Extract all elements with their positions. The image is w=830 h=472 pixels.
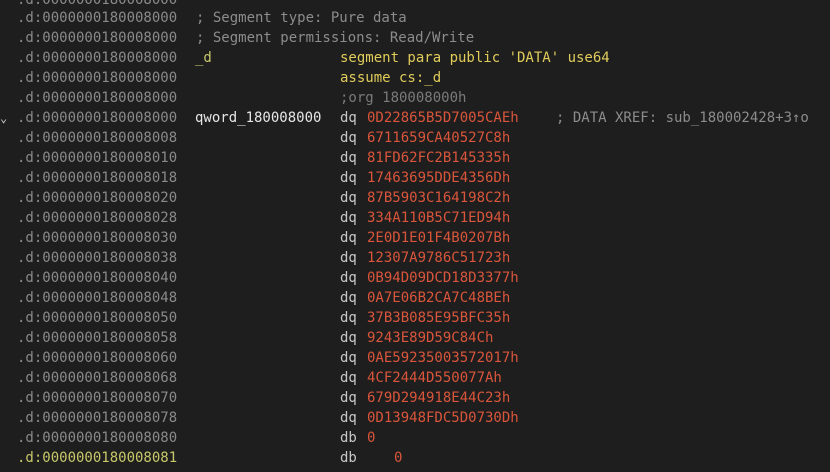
mnemonic: dq <box>340 150 357 166</box>
segment-directive: segment para public 'DATA' use64 <box>340 50 610 66</box>
mnemonic: dq <box>340 290 357 306</box>
operand[interactable]: 0D22865B5D7005CAEh <box>367 108 519 128</box>
listing-line[interactable]: .d:0000000180008080 db 0 <box>0 428 830 448</box>
mnemonic: dq <box>340 390 357 406</box>
disassembly-view[interactable]: .d:0000000180008000 .d:0000000180008000 … <box>0 0 830 472</box>
address[interactable]: .d:0000000180008040 <box>17 268 177 288</box>
collapse-arrow-icon[interactable]: ⌄ <box>0 108 14 128</box>
operand[interactable]: 4CF2444D550077Ah <box>367 368 502 388</box>
mnemonic: dq <box>340 230 357 246</box>
operand[interactable]: 87B5903C164198C2h <box>367 188 510 208</box>
listing-line[interactable]: .d:0000000180008078 dq 0D13948FDC5D0730D… <box>0 408 830 428</box>
address[interactable]: .d:0000000180008018 <box>17 168 177 188</box>
operand[interactable]: 679D294918E44C23h <box>367 388 510 408</box>
mnemonic: dq <box>340 210 357 226</box>
operand[interactable]: 0B94D09DCD18D3377h <box>367 268 519 288</box>
address[interactable]: .d:0000000180008080 <box>17 428 177 448</box>
mnemonic: dq <box>340 370 357 386</box>
listing-line[interactable]: .d:0000000180008070 dq 679D294918E44C23h <box>0 388 830 408</box>
address[interactable]: .d:0000000180008000 <box>17 88 177 108</box>
mnemonic: db <box>340 430 357 446</box>
mnemonic: dq <box>340 310 357 326</box>
address[interactable]: .d:0000000180008000 <box>17 8 177 28</box>
comment: ; Segment permissions: Read/Write <box>196 30 475 46</box>
operand[interactable]: 0 <box>394 448 402 468</box>
address[interactable]: .d:0000000180008078 <box>17 408 177 428</box>
operand[interactable]: 9243E89D59C84Ch <box>367 328 493 348</box>
listing-line[interactable]: .d:0000000180008000 _d segment para publ… <box>0 48 830 68</box>
address[interactable]: .d:0000000180008000 <box>17 108 177 128</box>
mnemonic: dq <box>340 130 357 146</box>
listing-line[interactable]: ⌄ .d:0000000180008000 qword_180008000 dq… <box>0 108 830 128</box>
listing-line[interactable]: .d:0000000180008000 assume cs:_d <box>0 68 830 88</box>
listing-line[interactable]: .d:0000000180008030 dq 2E0D1E01F4B0207Bh <box>0 228 830 248</box>
mnemonic: dq <box>340 170 357 186</box>
listing-line-current[interactable]: .d:0000000180008081 db 0 <box>0 448 830 468</box>
operand[interactable]: 0D13948FDC5D0730Dh <box>367 408 519 428</box>
org-comment: ;org 180008000h <box>340 90 467 106</box>
operand[interactable]: 0A7E06B2CA7C48BEh <box>367 288 510 308</box>
address[interactable]: .d:0000000180008000 <box>17 48 177 68</box>
listing-line[interactable]: .d:0000000180008000 ; Segment type: Pure… <box>0 8 830 28</box>
address[interactable]: .d:0000000180008050 <box>17 308 177 328</box>
assume-directive: assume cs:_d <box>340 70 442 86</box>
operand[interactable]: 17463695DDE4356Dh <box>367 168 510 188</box>
address[interactable]: .d:0000000180008000 <box>17 28 177 48</box>
address[interactable]: .d:0000000180008060 <box>17 348 177 368</box>
address[interactable]: .d:0000000180008058 <box>17 328 177 348</box>
mnemonic: dq <box>340 270 357 286</box>
listing-line[interactable]: .d:0000000180008050 dq 37B3B085E95BFC35h <box>0 308 830 328</box>
listing-line[interactable]: .d:0000000180008000 ; Segment permission… <box>0 28 830 48</box>
address[interactable]: .d:0000000180008028 <box>17 208 177 228</box>
listing-line[interactable]: .d:0000000180008008 dq 6711659CA40527C8h <box>0 128 830 148</box>
operand[interactable]: 0AE59235003572017h <box>367 348 519 368</box>
comment: ; Segment type: Pure data <box>196 10 407 26</box>
operand[interactable]: 81FD62FC2B145335h <box>367 148 510 168</box>
listing-line[interactable]: .d:0000000180008010 dq 81FD62FC2B145335h <box>0 148 830 168</box>
address[interactable]: .d:0000000180008008 <box>17 128 177 148</box>
address[interactable]: .d:0000000180008048 <box>17 288 177 308</box>
data-label[interactable]: qword_180008000 <box>195 108 321 128</box>
address[interactable]: .d:0000000180008038 <box>17 248 177 268</box>
listing-line[interactable]: .d:0000000180008038 dq 12307A9786C51723h <box>0 248 830 268</box>
address[interactable]: .d:0000000180008070 <box>17 388 177 408</box>
listing-line[interactable]: .d:0000000180008040 dq 0B94D09DCD18D3377… <box>0 268 830 288</box>
operand[interactable]: 0 <box>367 428 375 448</box>
operand[interactable]: 12307A9786C51723h <box>367 248 510 268</box>
segment-label[interactable]: _d <box>195 48 212 68</box>
listing-line[interactable]: .d:0000000180008018 dq 17463695DDE4356Dh <box>0 168 830 188</box>
listing-line[interactable]: .d:0000000180008020 dq 87B5903C164198C2h <box>0 188 830 208</box>
listing-line[interactable]: .d:0000000180008068 dq 4CF2444D550077Ah <box>0 368 830 388</box>
mnemonic: dq <box>340 330 357 346</box>
address[interactable]: .d:0000000180008030 <box>17 228 177 248</box>
mnemonic: db <box>340 450 357 466</box>
operand[interactable]: 334A110B5C71ED94h <box>367 208 510 228</box>
operand[interactable]: 6711659CA40527C8h <box>367 128 510 148</box>
listing-line[interactable]: .d:0000000180008058 dq 9243E89D59C84Ch <box>0 328 830 348</box>
mnemonic: dq <box>340 110 357 126</box>
listing-line[interactable]: .d:0000000180008000 ;org 180008000h <box>0 88 830 108</box>
address-current[interactable]: .d:0000000180008081 <box>17 448 177 468</box>
address[interactable]: .d:0000000180008068 <box>17 368 177 388</box>
address[interactable]: .d:0000000180008000 <box>17 68 177 88</box>
address[interactable]: .d:0000000180008020 <box>17 188 177 208</box>
operand[interactable]: 37B3B085E95BFC35h <box>367 308 510 328</box>
xref-comment[interactable]: ; DATA XREF: sub_180002428+3↑o <box>556 108 809 128</box>
mnemonic: dq <box>340 250 357 266</box>
mnemonic: dq <box>340 190 357 206</box>
operand[interactable]: 2E0D1E01F4B0207Bh <box>367 228 510 248</box>
mnemonic: dq <box>340 350 357 366</box>
mnemonic: dq <box>340 410 357 426</box>
address[interactable]: .d:0000000180008010 <box>17 148 177 168</box>
listing-line[interactable]: .d:0000000180008028 dq 334A110B5C71ED94h <box>0 208 830 228</box>
listing-line[interactable]: .d:0000000180008060 dq 0AE59235003572017… <box>0 348 830 368</box>
listing-line[interactable]: .d:0000000180008048 dq 0A7E06B2CA7C48BEh <box>0 288 830 308</box>
